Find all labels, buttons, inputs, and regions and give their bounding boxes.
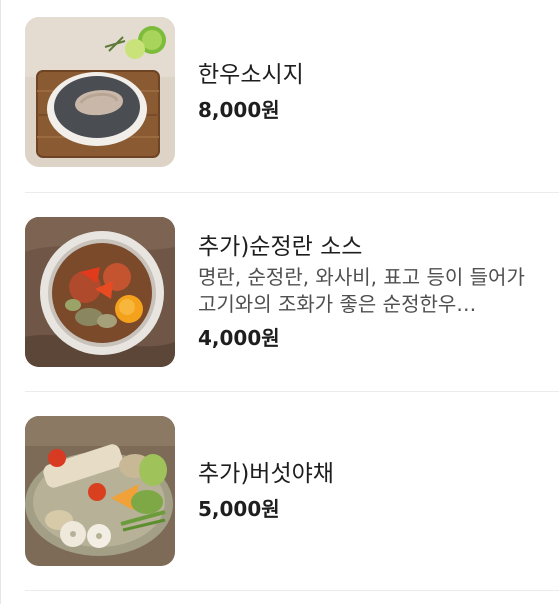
menu-item-egg-sauce[interactable]: 추가)순정란 소스 명란, 순정란, 와사비, 표고 등이 들어가 고기와의 조…	[25, 217, 559, 367]
menu-item-info: 추가)버섯야채 5,000원	[198, 459, 554, 523]
menu-item-sausage[interactable]: 한우소시지 8,000원	[25, 17, 559, 167]
menu-item-name: 한우소시지	[198, 62, 304, 88]
menu-item-name: 추가)버섯야채	[198, 461, 334, 487]
left-border	[0, 0, 1, 604]
menu-item-price: 8,000원	[198, 98, 280, 122]
menu-page: 한우소시지 8,000원 추가)순정란 소스 명란, 순정란, 와사비, 표고 …	[0, 0, 559, 604]
menu-item-info: 한우소시지 8,000원	[198, 60, 554, 124]
menu-item-price: 5,000원	[198, 497, 280, 521]
menu-item-info: 추가)순정란 소스 명란, 순정란, 와사비, 표고 등이 들어가 고기와의 조…	[198, 232, 554, 352]
divider	[25, 192, 559, 193]
divider	[25, 590, 559, 591]
menu-item-name: 추가)순정란 소스	[198, 234, 363, 260]
divider	[25, 391, 559, 392]
menu-item-photo-egg-sauce	[25, 217, 175, 367]
menu-item-price: 4,000원	[198, 326, 280, 350]
menu-item-photo-mushroom-veg	[25, 416, 175, 566]
menu-item-description: 명란, 순정란, 와사비, 표고 등이 들어가 고기와의 조화가 좋은 순정한우…	[198, 265, 525, 316]
menu-item-photo-sausage	[25, 17, 175, 167]
menu-item-mushroom-veg[interactable]: 추가)버섯야채 5,000원	[25, 416, 559, 566]
